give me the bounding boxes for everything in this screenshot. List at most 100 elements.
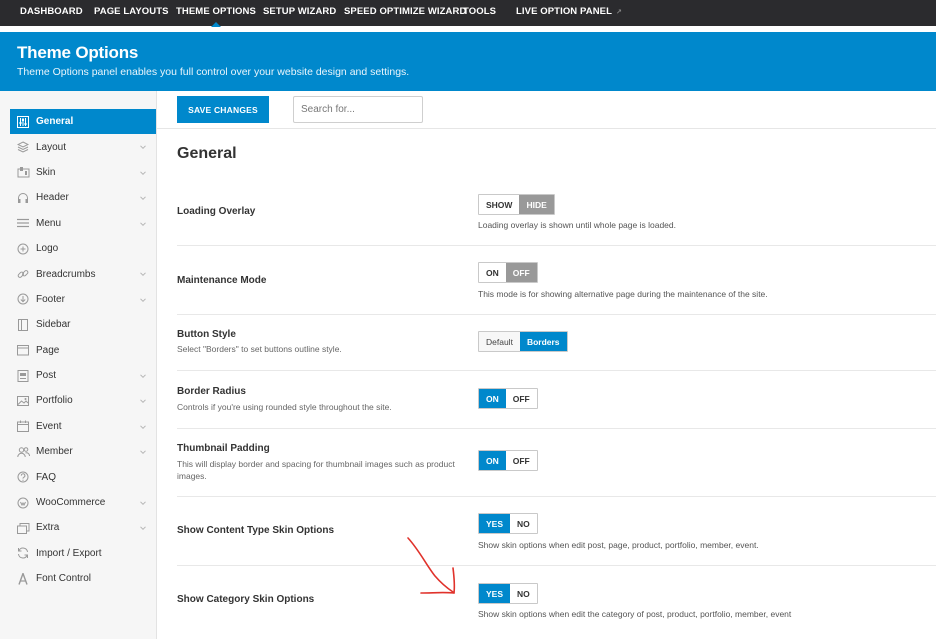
sidebar-item-layout[interactable]: Layout [10, 134, 156, 159]
toggle-option-yes[interactable]: YES [479, 514, 511, 533]
option-row-maintenance-mode: Maintenance Mode ON OFF This mode is for… [177, 246, 936, 315]
sidebar-item-event[interactable]: Event [10, 414, 156, 439]
nav-dashboard[interactable]: DASHBOARD [20, 0, 83, 26]
sidebar-item-label: Sidebar [36, 319, 71, 331]
sidebar-item-footer[interactable]: Footer [10, 287, 156, 312]
option-label: Border Radius [177, 386, 246, 397]
toggle-option-no[interactable]: NO [510, 514, 537, 533]
arrow-down-circle-icon [16, 292, 30, 306]
sidebar-menu: General Layout Skin Header Menu Logo Breadcrum… [10, 109, 156, 591]
post-icon [16, 369, 30, 383]
sidebar-item-portfolio[interactable]: Portfolio [10, 388, 156, 413]
save-changes-button[interactable]: SAVE CHANGES [177, 96, 269, 123]
image-icon [16, 394, 30, 408]
loading-overlay-toggle: SHOW HIDE [478, 194, 555, 215]
option-help: Controls if you're using rounded style t… [177, 402, 392, 412]
option-row-category-skin: Show Category Skin Options YES NO Show s… [177, 566, 936, 639]
sidebar-item-breadcrumbs[interactable]: Breadcrumbs [10, 261, 156, 286]
sidebar-item-sidebar[interactable]: Sidebar [10, 312, 156, 337]
chevron-down-icon[interactable] [138, 142, 148, 152]
toolbar: SAVE CHANGES [157, 91, 936, 129]
sidebar-item-general[interactable]: General [10, 109, 156, 135]
question-icon [16, 470, 30, 484]
thumbnail-padding-toggle: ON OFF [478, 450, 538, 471]
extra-icon [16, 521, 30, 535]
option-row-thumbnail-padding: Thumbnail Padding This will display bord… [177, 429, 936, 497]
nav-tools[interactable]: TOOLS [463, 0, 496, 26]
sidebar-item-faq[interactable]: FAQ [10, 464, 156, 489]
users-icon [16, 445, 30, 459]
sidebar-icon [16, 318, 30, 332]
option-row-loading-overlay: Loading Overlay SHOW HIDE Loading overla… [177, 181, 936, 246]
sidebar-item-label: Import / Export [36, 547, 102, 559]
chevron-down-icon[interactable] [138, 422, 148, 432]
sidebar-item-label: General [36, 116, 74, 128]
option-row-button-style: Button Style Select "Borders" to set but… [177, 315, 936, 371]
option-label: Maintenance Mode [177, 275, 267, 286]
option-row-border-radius: Border Radius Controls if you're using r… [177, 371, 936, 429]
toggle-option-off[interactable]: OFF [505, 451, 537, 470]
nav-speed-optimize-wizard[interactable]: SPEED OPTIMIZE WIZARD [344, 0, 466, 26]
chevron-down-icon[interactable] [138, 219, 148, 229]
sidebar: General Layout Skin Header Menu Logo Breadcrum… [0, 91, 157, 639]
chevron-down-icon[interactable] [138, 498, 148, 508]
options-content: General Loading Overlay SHOW HIDE Loadin… [157, 129, 936, 639]
chevron-down-icon[interactable] [138, 523, 148, 533]
nav-theme-options[interactable]: THEME OPTIONS [176, 0, 256, 27]
option-help: This will display border and spacing for… [177, 459, 455, 481]
link-icon [16, 267, 30, 281]
nav-live-option-panel[interactable]: LIVE OPTION PANEL ↗ [516, 0, 622, 26]
layers-icon [16, 140, 30, 154]
toggle-option-on[interactable]: ON [479, 389, 506, 408]
chevron-down-icon[interactable] [138, 295, 148, 305]
toggle-option-default[interactable]: Default [479, 332, 520, 351]
sidebar-item-menu[interactable]: Menu [10, 211, 156, 236]
chevron-down-icon[interactable] [138, 269, 148, 279]
toggle-option-no[interactable]: NO [510, 584, 537, 603]
sidebar-item-woocommerce[interactable]: WooCommerce [10, 490, 156, 515]
sidebar-item-extra[interactable]: Extra [10, 515, 156, 540]
toggle-option-hide[interactable]: HIDE [519, 195, 554, 214]
sidebar-item-post[interactable]: Post [10, 363, 156, 388]
toggle-option-show[interactable]: SHOW [479, 195, 520, 214]
page-header: Theme Options Theme Options panel enable… [0, 32, 936, 91]
sidebar-item-page[interactable]: Page [10, 338, 156, 363]
sidebar-item-label: FAQ [36, 471, 57, 483]
toggle-option-yes[interactable]: YES [479, 584, 511, 603]
sidebar-item-font-control[interactable]: Font Control [10, 566, 156, 591]
nav-setup-wizard[interactable]: SETUP WIZARD [263, 0, 336, 26]
maintenance-mode-toggle: ON OFF [478, 262, 538, 283]
chevron-down-icon[interactable] [138, 168, 148, 178]
sidebar-item-logo[interactable]: Logo [10, 236, 156, 261]
toggle-option-on[interactable]: ON [479, 451, 506, 470]
nav-live-option-panel-label: LIVE OPTION PANEL [516, 6, 613, 17]
toggle-option-on[interactable]: ON [479, 263, 506, 282]
woocommerce-icon [16, 496, 30, 510]
toggle-option-off[interactable]: OFF [505, 389, 537, 408]
sidebar-item-skin[interactable]: Skin [10, 160, 156, 185]
content-type-skin-toggle: YES NO [478, 513, 538, 534]
page-header-subtitle: Theme Options panel enables you full con… [17, 66, 410, 78]
menu-icon [16, 216, 30, 230]
search-input[interactable] [293, 96, 423, 123]
category-skin-toggle: YES NO [478, 583, 538, 604]
sidebar-item-header[interactable]: Header [10, 185, 156, 210]
plus-circle-icon [16, 242, 30, 256]
sidebar-item-member[interactable]: Member [10, 439, 156, 464]
palette-icon [16, 165, 30, 179]
nav-page-layouts[interactable]: PAGE LAYOUTS [94, 0, 169, 26]
toggle-option-off[interactable]: OFF [505, 263, 537, 282]
sidebar-item-import-export[interactable]: Import / Export [10, 541, 156, 566]
option-label: Show Content Type Skin Options [177, 525, 335, 536]
chevron-down-icon[interactable] [138, 396, 148, 406]
button-style-toggle: Default Borders [478, 331, 568, 352]
option-label: Loading Overlay [177, 206, 256, 217]
chevron-down-icon[interactable] [138, 371, 148, 381]
sidebar-item-label: Font Control [36, 573, 92, 585]
option-description: Show skin options when edit the category… [478, 609, 792, 619]
font-icon [16, 572, 30, 586]
chevron-down-icon[interactable] [138, 193, 148, 203]
chevron-down-icon[interactable] [138, 447, 148, 457]
toggle-option-borders[interactable]: Borders [519, 332, 567, 351]
option-label: Button Style [177, 329, 236, 340]
